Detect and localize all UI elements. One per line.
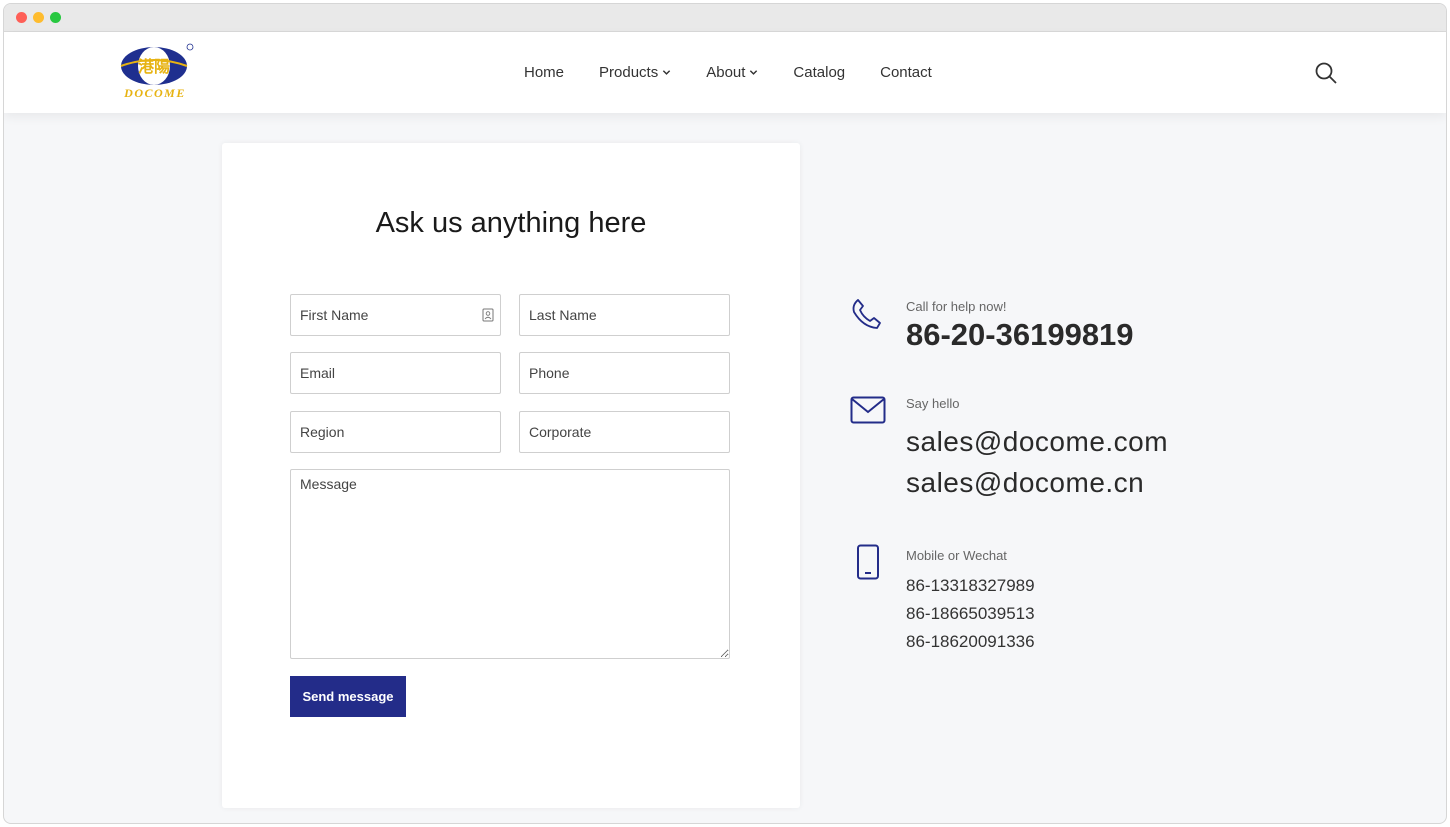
phone-input[interactable] xyxy=(519,352,730,394)
site-header: 港陽 DOCOME Home Products About Catalog Co… xyxy=(4,32,1446,113)
region-input[interactable] xyxy=(290,411,501,453)
email-label: Say hello xyxy=(906,396,960,411)
mobile-phone-icon xyxy=(857,544,879,580)
logo-chinese-text: 港陽 xyxy=(138,57,170,76)
logo-emblem-icon: 港陽 xyxy=(120,43,194,85)
first-name-input[interactable] xyxy=(290,294,501,336)
mobile-number[interactable]: 86-18620091336 xyxy=(906,632,1035,652)
main-phone-number[interactable]: 86-20-36199819 xyxy=(906,317,1134,353)
contact-form-card: Ask us anything here Send message xyxy=(222,143,800,808)
email-input[interactable] xyxy=(290,352,501,394)
last-name-input[interactable] xyxy=(519,294,730,336)
browser-window: 港陽 DOCOME Home Products About Catalog Co… xyxy=(3,3,1447,824)
send-message-button[interactable]: Send message xyxy=(290,676,406,717)
nav-item-label: About xyxy=(706,64,746,81)
corporate-input[interactable] xyxy=(519,411,730,453)
form-title: Ask us anything here xyxy=(375,207,647,239)
envelope-icon xyxy=(850,396,886,424)
main-nav: Home Products About Catalog Contact xyxy=(524,32,967,113)
call-label: Call for help now! xyxy=(906,299,1007,314)
mobile-number[interactable]: 86-18665039513 xyxy=(906,604,1035,624)
nav-item-products[interactable]: Products xyxy=(599,64,671,81)
email-link[interactable]: sales@docome.cn xyxy=(906,467,1144,499)
nav-item-label: Catalog xyxy=(793,64,846,81)
phone-icon xyxy=(852,299,881,329)
nav-item-label: Home xyxy=(524,64,565,81)
nav-item-about[interactable]: About xyxy=(706,64,758,81)
mobile-number[interactable]: 86-13318327989 xyxy=(906,576,1035,596)
nav-item-home[interactable]: Home xyxy=(524,64,564,81)
site-logo[interactable]: 港陽 DOCOME xyxy=(116,42,196,104)
nav-item-label: Products xyxy=(599,64,659,81)
close-window-button[interactable] xyxy=(16,12,27,23)
logo-brand-text: DOCOME xyxy=(124,86,186,100)
nav-item-label: Contact xyxy=(880,64,932,81)
contact-card-icon xyxy=(482,308,494,322)
email-link[interactable]: sales@docome.com xyxy=(906,426,1168,458)
chevron-down-icon xyxy=(663,70,671,75)
minimize-window-button[interactable] xyxy=(33,12,44,23)
nav-item-contact[interactable]: Contact xyxy=(880,64,932,81)
mobile-label: Mobile or Wechat xyxy=(906,548,1007,563)
search-icon[interactable] xyxy=(1314,61,1338,85)
chevron-down-icon xyxy=(750,70,758,75)
message-textarea[interactable] xyxy=(290,469,730,659)
nav-item-catalog[interactable]: Catalog xyxy=(793,64,845,81)
window-titlebar xyxy=(4,4,1446,32)
maximize-window-button[interactable] xyxy=(50,12,61,23)
